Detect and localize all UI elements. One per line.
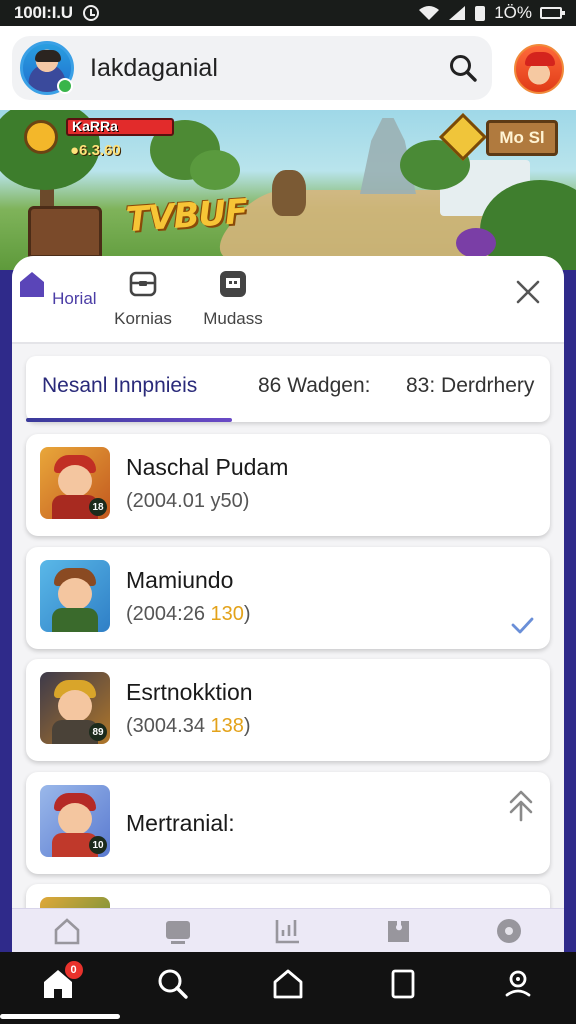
game-card[interactable]: 18 Naschal Pudam (2004.01 y50) — [26, 434, 550, 536]
nav-search[interactable] — [156, 967, 190, 1001]
wifi-icon — [419, 6, 440, 20]
segment-underline — [26, 418, 232, 422]
nav-house[interactable] — [271, 967, 305, 1001]
game-thumbnail — [40, 560, 110, 632]
level-badge: 18 — [89, 498, 107, 516]
battery-icon — [540, 7, 565, 19]
game-subtitle: (3004.34 138) — [126, 715, 251, 737]
nav-square[interactable] — [386, 967, 420, 1001]
profile-avatar[interactable] — [514, 44, 564, 94]
helmet-icon — [24, 120, 58, 154]
search-icon — [158, 969, 188, 999]
game-list-sheet: Horial Kornias Mudass Nesanl Innpnieis 8… — [12, 256, 564, 916]
coin-counter: ●6.3.60 — [70, 142, 121, 159]
search-query[interactable]: Iakdaganial — [90, 54, 218, 83]
tab-label: Mudass — [203, 309, 263, 328]
segment-nesanl[interactable]: Nesanl Innpnieis — [42, 374, 197, 398]
sim-icon — [475, 6, 486, 21]
tab-kornias[interactable]: Kornias — [98, 270, 188, 329]
treasure-chest — [28, 206, 102, 258]
tab-home[interactable]: Horial — [12, 270, 102, 309]
game-card[interactable]: 10 Mertranial: — [26, 772, 550, 874]
game-title: Esrtnokktion — [126, 679, 253, 705]
square-icon — [391, 969, 415, 999]
game-card[interactable]: Mamiundo (2004:26 130) — [26, 547, 550, 649]
game-icon — [220, 271, 246, 297]
game-title: Mamiundo — [126, 567, 234, 593]
puzzle-icon[interactable] — [383, 916, 413, 946]
banner-creature — [272, 170, 306, 216]
level-badge: 89 — [89, 723, 107, 741]
stats-icon[interactable] — [273, 916, 303, 946]
game-logo: TVBUF — [124, 191, 249, 241]
ball-icon[interactable] — [494, 916, 524, 946]
game-title: Mertranial: — [126, 810, 235, 836]
wooden-sign: Mo Sl — [486, 120, 558, 156]
game-thumbnail: 18 — [40, 447, 110, 519]
avatar[interactable] — [20, 41, 74, 95]
clock-icon — [82, 5, 99, 21]
nav-profile[interactable] — [501, 967, 535, 1001]
app-header: Iakdaganial — [0, 26, 576, 110]
app-tab-bar — [12, 908, 564, 952]
game-card[interactable]: 89 Esrtnokktion (3004.34 138) — [26, 659, 550, 761]
battery-percent: 1Ö% — [494, 3, 532, 22]
nav-home[interactable]: 0 — [41, 961, 83, 1001]
status-time: 100I:I.U — [14, 3, 73, 22]
store-icon[interactable] — [163, 916, 193, 946]
close-icon[interactable] — [514, 278, 542, 306]
home-icon — [20, 272, 45, 297]
tab-label: Kornias — [114, 309, 172, 328]
banner-tree — [190, 150, 240, 190]
game-thumbnail: 89 — [40, 672, 110, 744]
tab-bar: Horial Kornias Mudass — [12, 256, 564, 344]
status-icons: 1Ö% — [418, 3, 565, 23]
notification-badge: 0 — [64, 961, 83, 979]
home-indicator — [0, 1014, 120, 1019]
segment-derdrhery[interactable]: 83: Derdrhery — [406, 374, 534, 398]
game-thumbnail: 10 — [40, 785, 110, 857]
search-icon[interactable] — [448, 53, 478, 83]
level-badge: 10 — [89, 836, 107, 854]
status-bar: 100I:I.U 1Ö% — [0, 0, 576, 26]
online-badge-icon — [57, 78, 73, 94]
signal-icon — [449, 6, 466, 20]
profile-icon — [505, 970, 531, 997]
health-label: KaRRa — [72, 118, 118, 134]
tab-mudass[interactable]: Mudass — [188, 270, 278, 329]
banner-flowers — [456, 228, 496, 258]
house-outline-icon — [273, 969, 303, 999]
search-bar[interactable]: Iakdaganial — [12, 36, 492, 100]
checkmark-icon — [511, 617, 534, 634]
home-outline-icon[interactable] — [52, 916, 82, 946]
segment-wadgen[interactable]: 86 Wadgen: — [258, 374, 370, 398]
tab-label: Horial — [52, 289, 97, 308]
game-subtitle: (2004.01 y50) — [126, 490, 250, 512]
segment-control: Nesanl Innpnieis 86 Wadgen: 83: Derdrher… — [26, 356, 550, 422]
game-banner[interactable]: KaRRa ●6.3.60 TVBUF Mo Sl — [0, 110, 576, 270]
game-subtitle: (2004:26 130) — [126, 603, 251, 625]
expand-up-icon[interactable] — [508, 788, 534, 822]
game-title: Naschal Pudam — [126, 454, 289, 480]
inbox-icon — [129, 271, 157, 297]
